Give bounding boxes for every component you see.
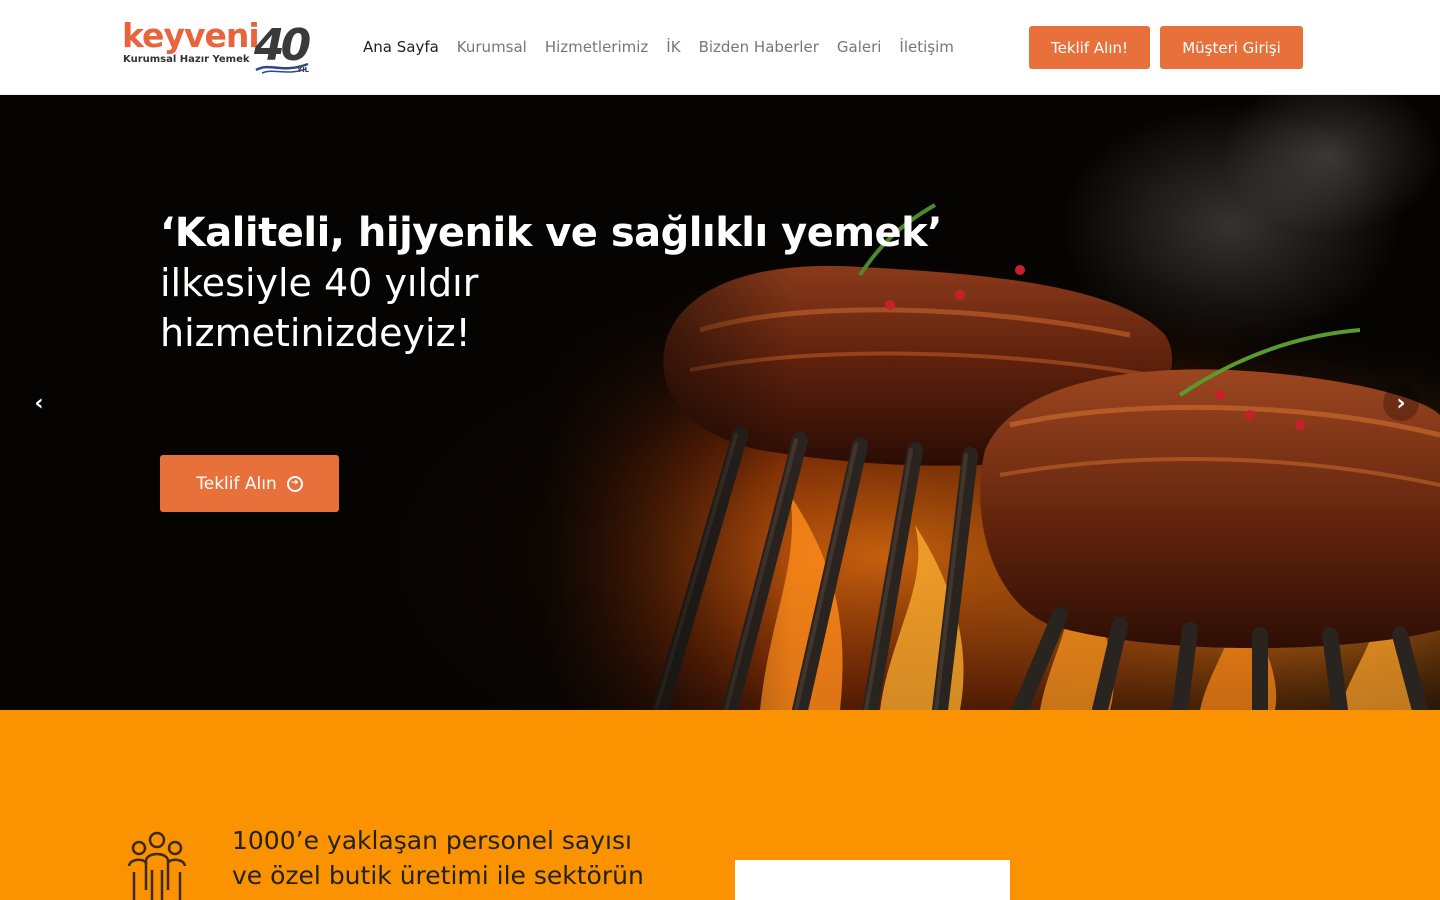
- hero-heading: ‘Kaliteli, hijyenik ve sağlıklı yemek’ i…: [160, 208, 942, 358]
- company-intro-section: 1000’e yaklaşan personel sayısı ve özel …: [0, 710, 1440, 900]
- intro-media-box: [735, 860, 1010, 900]
- nav-item-ana-sayfa[interactable]: Ana Sayfa: [363, 36, 439, 58]
- hero-slider: ‘Kaliteli, hijyenik ve sağlıklı yemek’ i…: [0, 95, 1440, 710]
- slider-prev-button[interactable]: ‹: [21, 385, 57, 421]
- brand-tagline: Kurumsal Hazır Yemek: [123, 54, 250, 65]
- site-header: keyveni Kurumsal Hazır Yemek 40 YIL Ana …: [0, 0, 1440, 95]
- hero-get-quote-button[interactable]: Teklif Alın ➜: [160, 455, 339, 512]
- hero-cta-label: Teklif Alın: [196, 473, 277, 494]
- hero-heading-line3: hizmetinizdeyiz!: [160, 311, 471, 355]
- nav-item-kurumsal[interactable]: Kurumsal: [457, 36, 527, 58]
- nav-item-ik[interactable]: İK: [666, 36, 680, 58]
- people-group-icon: [127, 831, 187, 900]
- nav-item-bizden-haberler[interactable]: Bizden Haberler: [699, 36, 819, 58]
- intro-text-line2: ve özel butik üretimi ile sektörün: [232, 861, 644, 890]
- nav-item-galeri[interactable]: Galeri: [837, 36, 882, 58]
- intro-text-line1: 1000’e yaklaşan personel sayısı: [232, 826, 632, 855]
- main-nav: Ana Sayfa Kurumsal Hizmetlerimiz İK Bizd…: [363, 36, 954, 58]
- chevron-left-icon: ‹: [34, 390, 44, 416]
- slider-next-button[interactable]: ›: [1383, 385, 1419, 421]
- circle-arrow-right-icon: ➜: [286, 475, 303, 492]
- hero-heading-line1: ‘Kaliteli, hijyenik ve sağlıklı yemek’: [160, 210, 942, 256]
- customer-login-button[interactable]: Müşteri Girişi: [1160, 26, 1303, 69]
- hero-heading-line2: ilkesiyle 40 yıldır: [160, 261, 479, 305]
- anniversary-unit: YIL: [297, 66, 310, 74]
- brand-logo[interactable]: keyveni Kurumsal Hazır Yemek 40 YIL: [122, 16, 322, 80]
- grilled-steak-image: [0, 95, 1440, 710]
- nav-item-hizmetlerimiz[interactable]: Hizmetlerimiz: [545, 36, 648, 58]
- nav-item-iletisim[interactable]: İletişim: [899, 36, 953, 58]
- get-quote-button[interactable]: Teklif Alın!: [1029, 26, 1150, 69]
- chevron-right-icon: ›: [1396, 390, 1406, 416]
- svg-text:40: 40: [253, 20, 311, 71]
- brand-name: keyveni: [122, 16, 260, 55]
- intro-text: 1000’e yaklaşan personel sayısı ve özel …: [232, 823, 692, 893]
